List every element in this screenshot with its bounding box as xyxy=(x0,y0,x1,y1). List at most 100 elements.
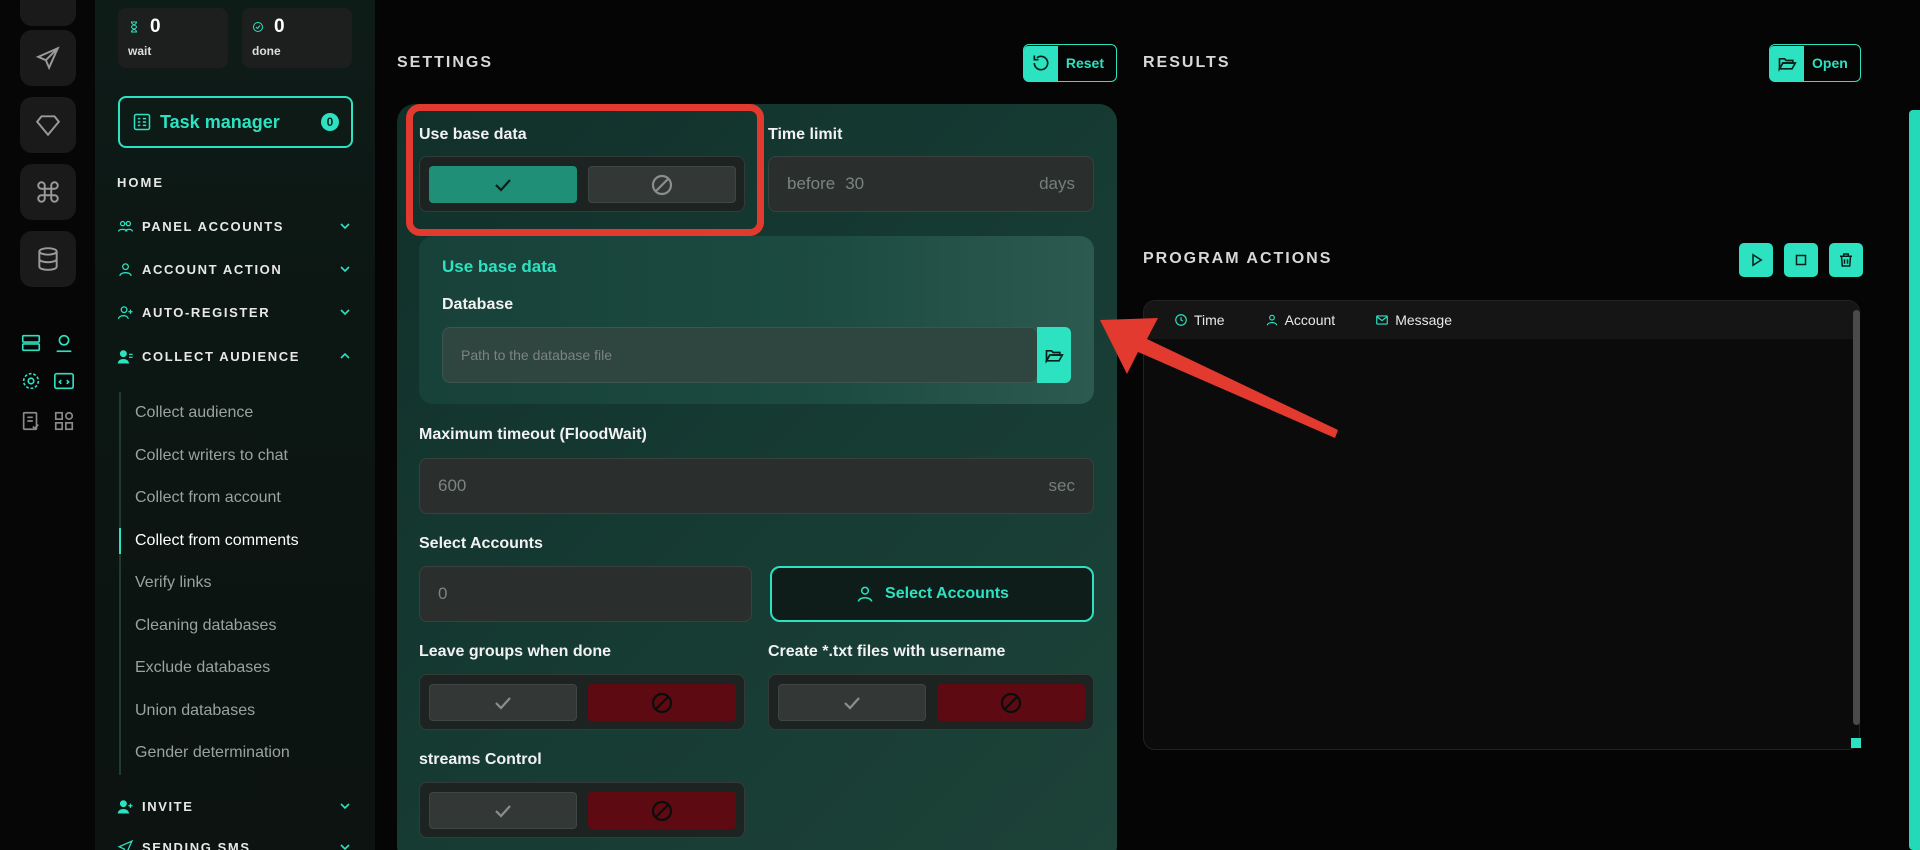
rail-send-button[interactable] xyxy=(20,30,76,86)
log-header: Time Account Message xyxy=(1144,301,1859,339)
submenu-cleaning-databases[interactable]: Cleaning databases xyxy=(121,605,359,648)
user-plus-icon xyxy=(117,305,133,319)
task-manager-button[interactable]: Task manager 0 xyxy=(118,96,353,148)
rail-diamond-button[interactable] xyxy=(20,97,76,153)
clear-log-button[interactable] xyxy=(1829,243,1863,277)
mail-icon xyxy=(1376,315,1389,325)
block-icon xyxy=(1000,692,1022,713)
max-timeout-field[interactable]: 600 sec xyxy=(419,458,1094,514)
selected-accounts-value: 0 xyxy=(438,584,448,603)
program-actions-log[interactable]: Time Account Message xyxy=(1143,300,1860,750)
nav-panel-accounts[interactable]: PANEL ACCOUNTS xyxy=(117,215,353,237)
nav-auto-register[interactable]: AUTO-REGISTER xyxy=(117,301,353,323)
command-icon xyxy=(37,181,59,203)
submenu-exclude-databases[interactable]: Exclude databases xyxy=(121,647,359,690)
start-button[interactable] xyxy=(1739,243,1773,277)
page-scrollbar[interactable] xyxy=(1909,110,1920,850)
submenu-gender-determination[interactable]: Gender determination xyxy=(121,732,359,775)
streams-control-yes[interactable] xyxy=(429,792,577,829)
results-title: RESULTS xyxy=(1143,54,1231,71)
users-icon xyxy=(117,220,134,232)
submenu-verify-links[interactable]: Verify links xyxy=(121,562,359,605)
select-accounts-button-label: Select Accounts xyxy=(885,585,1009,602)
done-counter: 0 done xyxy=(242,8,352,68)
app-root: 0 wait 0 done Task manager 0 HOME PANEL … xyxy=(0,0,1920,850)
leave-groups-label: Leave groups when done xyxy=(419,643,612,660)
rail-command-button[interactable] xyxy=(20,164,76,220)
rail-settings-button[interactable] xyxy=(20,370,42,392)
browse-database-button[interactable] xyxy=(1037,327,1071,383)
checklist-icon xyxy=(22,411,39,431)
nav-sending-sms-label: SENDING SMS xyxy=(142,839,251,850)
nav-home[interactable]: HOME xyxy=(117,175,164,190)
reset-icon xyxy=(1033,55,1049,71)
rail-list-button[interactable] xyxy=(20,332,42,354)
stop-icon xyxy=(1795,254,1807,266)
rail-tasks-button[interactable] xyxy=(20,410,42,432)
streams-control-toggle xyxy=(419,782,745,838)
log-col-account-label: Account xyxy=(1284,312,1336,328)
settings-title: SETTINGS xyxy=(397,54,494,71)
block-icon xyxy=(651,692,673,713)
submenu-collect-writers[interactable]: Collect writers to chat xyxy=(121,435,359,478)
log-col-message: Message xyxy=(1375,312,1452,328)
reset-label: Reset xyxy=(1065,55,1104,71)
code-window-icon xyxy=(54,372,74,390)
submenu-collect-from-comments[interactable]: Collect from comments xyxy=(119,520,359,563)
log-resize-handle[interactable] xyxy=(1851,738,1861,748)
open-results-button[interactable]: Open xyxy=(1769,44,1861,82)
nav-collect-audience[interactable]: COLLECT AUDIENCE xyxy=(117,345,353,367)
program-actions-title: PROGRAM ACTIONS xyxy=(1143,250,1333,267)
database-path-placeholder: Path to the database file xyxy=(461,347,612,363)
nav-auto-register-label: AUTO-REGISTER xyxy=(142,304,271,320)
check-circle-icon xyxy=(253,22,263,32)
chevron-down-icon xyxy=(340,223,350,230)
rail-top-button[interactable] xyxy=(20,0,76,26)
rail-apps-button[interactable] xyxy=(53,410,75,432)
rail-code-button[interactable] xyxy=(53,370,75,392)
clock-icon xyxy=(1175,314,1187,326)
apps-icon xyxy=(54,411,74,431)
streams-control-no[interactable] xyxy=(588,792,736,829)
submenu-collect-audience[interactable]: Collect audience xyxy=(121,392,359,435)
rail-database-button[interactable] xyxy=(20,231,76,287)
diamond-icon xyxy=(35,115,61,137)
task-manager-icon xyxy=(133,113,151,131)
gear-icon xyxy=(22,372,40,390)
icon-rail xyxy=(0,0,95,850)
selected-accounts-count[interactable]: 0 xyxy=(419,566,752,622)
nav-invite[interactable]: INVITE xyxy=(117,795,353,817)
user-group-icon xyxy=(117,349,133,364)
nav-account-action-label: ACCOUNT ACTION xyxy=(142,261,283,277)
leave-groups-no[interactable] xyxy=(588,684,736,721)
time-limit-field[interactable]: before 30 days xyxy=(768,156,1094,212)
submenu-union-databases[interactable]: Union databases xyxy=(121,690,359,733)
select-accounts-label: Select Accounts xyxy=(419,535,543,552)
create-txt-toggle xyxy=(768,674,1094,730)
hourglass-icon xyxy=(130,21,138,33)
server-icon xyxy=(21,334,41,352)
nav-invite-label: INVITE xyxy=(142,798,194,814)
log-col-time-label: Time xyxy=(1194,312,1225,328)
block-icon xyxy=(651,800,673,821)
log-col-time: Time xyxy=(1174,312,1225,328)
user-add-icon xyxy=(117,799,133,814)
collect-audience-submenu: Collect audience Collect writers to chat… xyxy=(119,392,359,775)
create-txt-no[interactable] xyxy=(937,684,1085,721)
rail-location-button[interactable] xyxy=(53,332,75,354)
leave-groups-yes[interactable] xyxy=(429,684,577,721)
nav-collect-audience-label: COLLECT AUDIENCE xyxy=(142,348,301,364)
create-txt-yes[interactable] xyxy=(778,684,926,721)
nav-account-action[interactable]: ACCOUNT ACTION xyxy=(117,258,353,280)
chevron-down-icon xyxy=(340,844,350,850)
reset-button[interactable]: Reset xyxy=(1023,44,1117,82)
user-icon xyxy=(857,586,873,602)
time-limit-suffix: days xyxy=(1039,174,1075,193)
database-path-input[interactable]: Path to the database file xyxy=(442,327,1038,383)
select-accounts-button[interactable]: Select Accounts xyxy=(770,566,1094,622)
nav-sending-sms[interactable]: SENDING SMS xyxy=(117,836,353,850)
submenu-collect-from-account[interactable]: Collect from account xyxy=(121,477,359,520)
stop-button[interactable] xyxy=(1784,243,1818,277)
log-scrollbar[interactable] xyxy=(1853,310,1860,725)
wait-count: 0 xyxy=(150,16,161,37)
